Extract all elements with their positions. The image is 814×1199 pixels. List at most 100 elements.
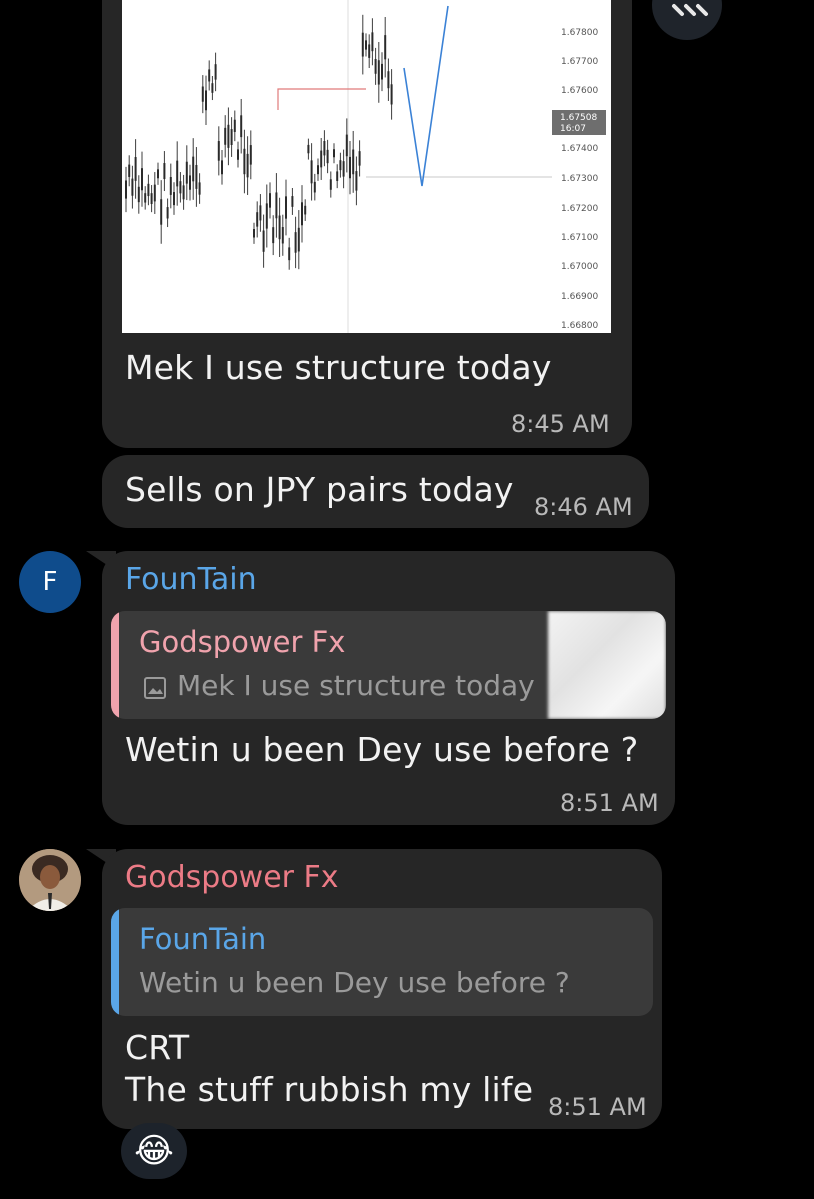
chart-candle-body [176, 160, 179, 187]
chart-current-price: 1.67508 [560, 113, 597, 123]
chart-candle-body [323, 141, 326, 156]
message-text-line: CRT [125, 1028, 190, 1067]
chart-candle-body [339, 160, 342, 171]
chart-candle-body [256, 212, 259, 227]
message-time: 8:51 AM [560, 789, 659, 817]
chart-candle-body [381, 63, 383, 80]
chart-candle-body [278, 215, 281, 240]
chart-candle-body [253, 229, 255, 238]
chart-candle-body [358, 151, 361, 166]
chart-candle-body [374, 58, 377, 74]
chart-candle-body [189, 175, 191, 190]
message-time: 8:51 AM [548, 1093, 647, 1121]
chart-price-label: 1.66900 [561, 292, 598, 302]
avatar-photo [19, 849, 81, 911]
sender-name[interactable]: Godspower Fx [125, 860, 339, 895]
chart-candle-body [291, 196, 294, 207]
chart-candle-body [243, 148, 246, 175]
chart-candle-body [224, 127, 227, 145]
chart-candle-body [259, 205, 262, 221]
quoted-sender: Godspower Fx [139, 625, 346, 659]
chart-candle-body [342, 161, 345, 177]
chart-price-label: 1.66800 [561, 321, 598, 331]
chart-image[interactable]: 1.67800 1.67700 1.67600 1.67400 1.67300 1.672… [122, 0, 611, 333]
chart-candle-body [313, 181, 316, 193]
chart-price-label: 1.67600 [561, 86, 598, 96]
chart-candle-body [361, 32, 364, 57]
quoted-text: Wetin u been Dey use before ? [139, 966, 570, 999]
chart-candle-body [169, 177, 172, 195]
chart-candle-body [237, 149, 239, 160]
avatar-letter: F [42, 567, 58, 597]
quote-bar [111, 908, 119, 1016]
chart-candle-body [179, 181, 182, 194]
avatar-fountain[interactable]: F [19, 551, 81, 613]
chart-candle-body [163, 163, 166, 180]
chart-candle-body [182, 185, 185, 200]
chart-candle-body [214, 64, 217, 80]
chart-candle-body [355, 171, 358, 191]
chart-candle-body [275, 192, 278, 219]
chart-candle-body [217, 141, 220, 161]
chart-candle-body [297, 227, 300, 252]
chart-candle-body [227, 124, 230, 148]
chart-price-label: 1.67800 [561, 28, 598, 38]
chart-candle-body [195, 164, 198, 189]
chart-price-label: 1.67000 [561, 262, 598, 272]
chart-projection-line [403, 5, 449, 187]
chart-current-time: 16:07 [560, 124, 586, 134]
chart-price-label: 1.67300 [561, 174, 598, 184]
chart-candle-body [317, 165, 319, 175]
chart-candle-body [365, 40, 367, 50]
chart-candle-body [205, 90, 207, 111]
chart-price-label: 1.67200 [561, 204, 598, 214]
message-text: Sells on JPY pairs today [125, 470, 514, 509]
sender-name[interactable]: FounTain [125, 562, 257, 597]
chart-candle-body [230, 129, 233, 145]
chart-candle-body [387, 71, 390, 89]
message-caption: Mek I use structure today [125, 348, 552, 387]
trading-chart: 1.67800 1.67700 1.67600 1.67400 1.67300 1.672… [125, 0, 606, 333]
chart-candle-body [288, 247, 291, 261]
quoted-sender: FounTain [139, 922, 267, 956]
chart-candle-body [377, 60, 380, 85]
chart-candle-body [269, 193, 271, 208]
chart-price-label: 1.67700 [561, 57, 598, 67]
chart-candle-body [153, 184, 156, 202]
chart-candle-body [301, 202, 303, 226]
avatar-godspower[interactable] [19, 849, 81, 911]
chart-candle-body [221, 160, 223, 175]
chart-candle-body [166, 207, 169, 219]
message-time: 8:46 AM [534, 493, 633, 521]
chart-candle-body [233, 119, 236, 132]
reaction-emoji[interactable]: 😂 [121, 1123, 187, 1179]
chart-candle-body [272, 227, 275, 244]
chart-candle-body [144, 193, 147, 203]
chart-candle-body [329, 179, 332, 190]
quoted-image-thumbnail [548, 611, 666, 719]
chart-candle-body [137, 186, 140, 203]
chart-candle-body [345, 134, 348, 157]
quote-bar [111, 611, 119, 719]
chart-candle-body [307, 144, 310, 154]
message-text-line: The stuff rubbish my life [125, 1070, 534, 1109]
chevron-icon [672, 4, 708, 16]
chart-candle-body [160, 199, 163, 225]
chart-candle-body [128, 164, 131, 177]
chart-candle-body [390, 84, 393, 105]
message-time: 8:45 AM [511, 410, 610, 438]
chart-candle-body [201, 86, 204, 102]
chart-candle-body [208, 69, 211, 82]
chart-candle-body [185, 161, 188, 184]
chart-candle-body [131, 178, 134, 196]
quoted-message[interactable]: Godspower Fx Mek I use structure today [111, 611, 666, 719]
quoted-message[interactable]: FounTain Wetin u been Dey use before ? [111, 908, 653, 1016]
scroll-down-button[interactable] [652, 0, 722, 40]
chart-candle-body [336, 171, 339, 181]
chart-candle-body [333, 149, 335, 158]
chart-candle-body [134, 157, 137, 181]
chart-candle-body [125, 180, 127, 199]
chart-candle-body [150, 193, 153, 205]
message-text: Wetin u been Dey use before ? [125, 730, 639, 769]
chart-candle-body [384, 35, 387, 60]
